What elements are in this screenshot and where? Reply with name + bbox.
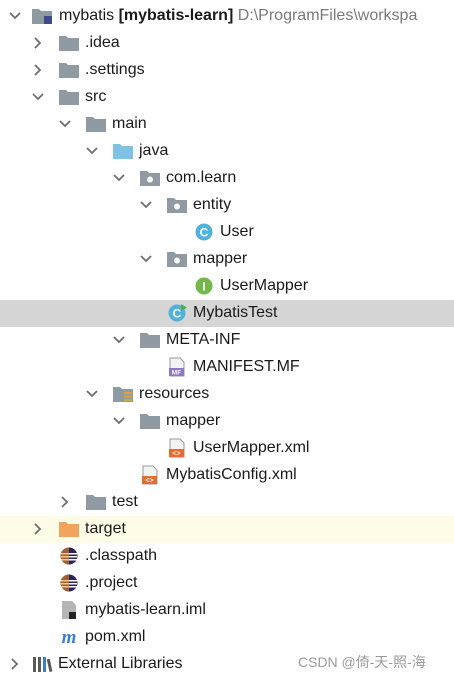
tree-row-test[interactable]: test (0, 489, 454, 516)
package-icon (140, 171, 160, 186)
chevron-down-icon[interactable] (139, 198, 153, 212)
tree-row-mybatis-config[interactable]: <> MybatisConfig.xml (0, 462, 454, 489)
tree-label: mybatis [mybatis-learn] D:\ProgramFiles\… (59, 7, 418, 24)
xml-file-icon: <> (169, 438, 185, 458)
tree-row-idea[interactable]: .idea (0, 30, 454, 57)
tree-row-target[interactable]: target (0, 516, 454, 543)
tree-label: java (139, 142, 169, 159)
tree-row-project[interactable]: .project (0, 570, 454, 597)
tree-row-user[interactable]: C User (0, 219, 454, 246)
tree-label: MANIFEST.MF (193, 358, 300, 375)
package-icon (167, 198, 187, 213)
eclipse-icon (60, 547, 78, 565)
package-icon (167, 252, 187, 267)
tree-label: External Libraries (58, 655, 183, 672)
maven-icon: m (62, 627, 77, 647)
svg-text:I: I (202, 280, 205, 294)
tree-row-resources-mapper[interactable]: mapper (0, 408, 454, 435)
chevron-down-icon[interactable] (58, 117, 72, 131)
svg-text:m: m (62, 627, 77, 647)
tree-label: .classpath (85, 547, 158, 564)
tree-row-mybatis-test[interactable]: C MybatisTest (0, 300, 454, 327)
folder-icon (140, 414, 160, 429)
tree-label: .idea (85, 34, 120, 51)
chevron-down-icon[interactable] (85, 387, 99, 401)
chevron-right-icon[interactable] (31, 36, 45, 50)
tree-row-user-mapper[interactable]: I UserMapper (0, 273, 454, 300)
chevron-right-icon[interactable] (8, 657, 22, 671)
svg-text:MF: MF (172, 370, 181, 377)
tree-row-package[interactable]: com.learn (0, 165, 454, 192)
module-folder-icon (32, 9, 52, 24)
iml-file-icon (62, 601, 76, 619)
folder-icon (86, 495, 106, 510)
tree-label: src (85, 88, 107, 105)
tree-label: UserMapper.xml (193, 439, 310, 456)
folder-icon (59, 36, 79, 51)
eclipse-icon (60, 574, 78, 592)
resources-folder-icon (113, 387, 133, 402)
tree-row-java[interactable]: java (0, 138, 454, 165)
tree-label: main (112, 115, 147, 132)
tree-label: MybatisConfig.xml (166, 466, 297, 483)
svg-text:<>: <> (172, 451, 180, 458)
tree-row-entity[interactable]: entity (0, 192, 454, 219)
tree-row-meta-inf[interactable]: META-INF (0, 327, 454, 354)
tree-row-mapper-package[interactable]: mapper (0, 246, 454, 273)
excluded-folder-icon (59, 522, 79, 537)
tree-label: resources (139, 385, 210, 402)
tree-label: mapper (193, 250, 248, 267)
manifest-file-icon: MF (169, 357, 185, 377)
tree-label: entity (193, 196, 232, 213)
source-folder-icon (113, 144, 133, 159)
tree-label: UserMapper (220, 277, 309, 294)
tree-row-src[interactable]: src (0, 84, 454, 111)
chevron-down-icon[interactable] (112, 171, 126, 185)
watermark: CSDN @倚-天-照-海 (298, 654, 426, 670)
tree-label: target (85, 520, 126, 537)
tree-row-classpath[interactable]: .classpath (0, 543, 454, 570)
java-runnable-class-icon: C (168, 304, 187, 322)
folder-icon (59, 63, 79, 78)
chevron-down-icon[interactable] (85, 144, 99, 158)
tree-row-user-mapper-xml[interactable]: <> UserMapper.xml (0, 435, 454, 462)
chevron-down-icon[interactable] (112, 414, 126, 428)
folder-icon (59, 90, 79, 105)
tree-row-main[interactable]: main (0, 111, 454, 138)
tree-row-iml[interactable]: mybatis-learn.iml (0, 597, 454, 624)
tree-label: User (220, 223, 254, 240)
chevron-down-icon[interactable] (112, 333, 126, 347)
tree-row-root[interactable]: mybatis [mybatis-learn] D:\ProgramFiles\… (0, 3, 454, 30)
tree-label: mapper (166, 412, 221, 429)
svg-text:C: C (173, 307, 182, 321)
chevron-down-icon[interactable] (8, 9, 22, 23)
tree-label: mybatis-learn.iml (85, 601, 206, 618)
libraries-icon (33, 657, 53, 673)
chevron-down-icon[interactable] (139, 252, 153, 266)
tree-row-pom[interactable]: m pom.xml (0, 624, 454, 651)
chevron-right-icon[interactable] (31, 522, 45, 536)
folder-icon (86, 117, 106, 132)
tree-label: .settings (85, 61, 145, 78)
chevron-right-icon[interactable] (58, 495, 72, 509)
tree-row-manifest[interactable]: MF MANIFEST.MF (0, 354, 454, 381)
tree-label: pom.xml (85, 628, 146, 645)
chevron-right-icon[interactable] (31, 63, 45, 77)
tree-row-settings[interactable]: .settings (0, 57, 454, 84)
xml-file-icon: <> (142, 465, 158, 485)
tree-row-resources[interactable]: resources (0, 381, 454, 408)
tree-label: com.learn (166, 169, 237, 186)
tree-label: MybatisTest (193, 304, 278, 321)
tree-label: META-INF (166, 331, 241, 348)
java-interface-icon: I (195, 277, 213, 295)
tree-label: .project (85, 574, 138, 591)
chevron-down-icon[interactable] (31, 90, 45, 104)
folder-icon (140, 333, 160, 348)
java-class-icon: C (195, 223, 213, 241)
svg-text:C: C (200, 226, 209, 240)
svg-text:<>: <> (145, 478, 153, 485)
tree-label: test (112, 493, 138, 510)
